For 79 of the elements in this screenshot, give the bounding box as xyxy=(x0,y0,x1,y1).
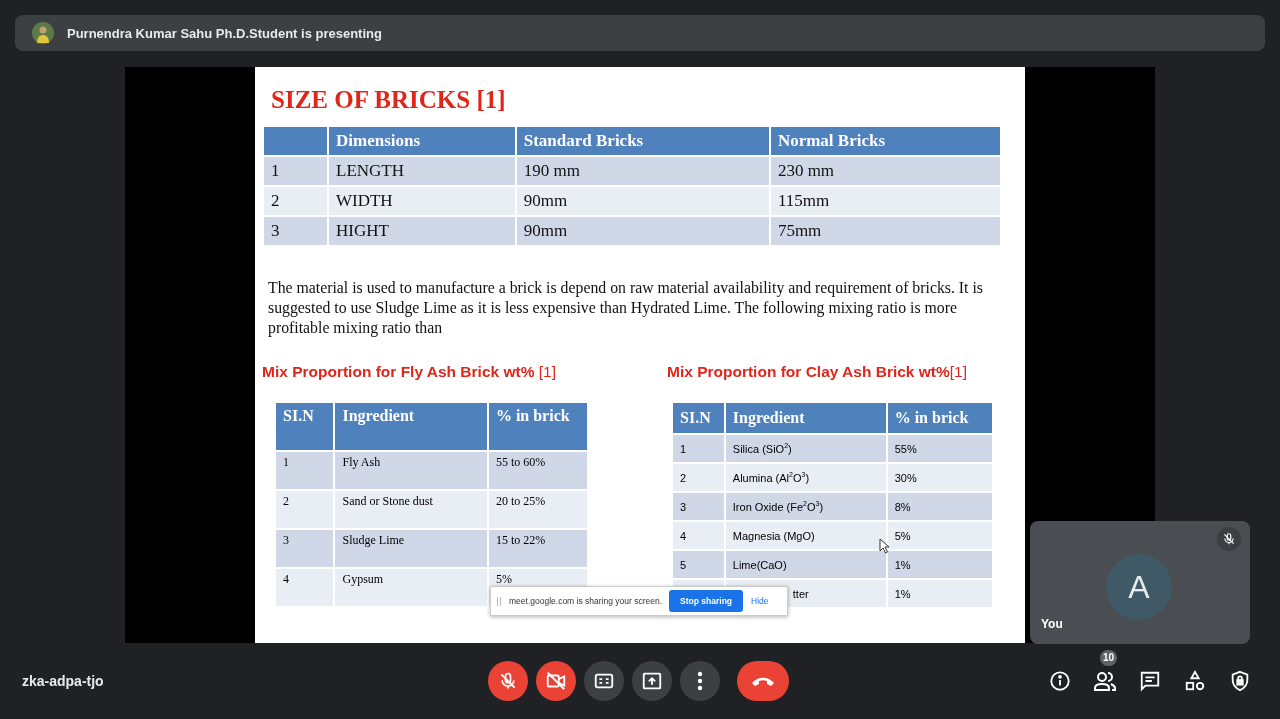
table-cell: 1 xyxy=(672,434,725,463)
table-cell: 90mm xyxy=(515,186,770,216)
table-cell: 3 xyxy=(275,529,335,568)
hang-up-icon xyxy=(751,675,775,687)
table-cell: 3 xyxy=(263,216,328,246)
muted-microphone-icon xyxy=(1222,532,1236,546)
column-header: % in brick xyxy=(487,402,588,451)
shield-lock-icon xyxy=(1229,670,1251,692)
table-cell: Magnesia (MgO) xyxy=(724,521,887,550)
table-cell: Sludge Lime xyxy=(334,529,488,568)
table-cell: 8% xyxy=(886,492,993,521)
table-cell: 4 xyxy=(275,568,335,607)
table-cell: 3 xyxy=(672,492,725,521)
table-cell: 230 mm xyxy=(769,156,1001,186)
table-cell: LENGTH xyxy=(328,156,516,186)
column-header: Dimensions xyxy=(328,126,516,156)
column-header: Ingredient xyxy=(334,402,488,451)
column-header: SI.N xyxy=(275,402,335,451)
avatar-letter: A xyxy=(1106,554,1172,620)
column-header: Ingredient xyxy=(724,402,887,434)
table-cell: 2 xyxy=(672,463,725,492)
people-icon xyxy=(1093,670,1117,692)
table-heading: Mix Proportion for Clay Ash Brick wt%[1] xyxy=(667,362,968,382)
present-button[interactable] xyxy=(632,661,672,701)
table-cell: 190 mm xyxy=(515,156,770,186)
table-cell: 115mm xyxy=(769,186,1001,216)
table-cell: 5% xyxy=(886,521,993,550)
table-cell: 90mm xyxy=(515,216,770,246)
table-cell: Gypsum xyxy=(334,568,488,607)
table-heading: Mix Proportion for Fly Ash Brick wt% [1] xyxy=(262,362,557,382)
table-cell: Alumina (Al$^{2}$O$^{3}$) xyxy=(724,463,887,492)
shapes-icon xyxy=(1184,670,1206,692)
camera-button[interactable] xyxy=(536,661,576,701)
leave-call-button[interactable] xyxy=(737,661,789,701)
table-cell: 2 xyxy=(275,490,335,529)
captions-button[interactable] xyxy=(584,661,624,701)
table-cell: WIDTH xyxy=(328,186,516,216)
present-screen-icon xyxy=(641,670,663,692)
more-icon xyxy=(697,671,703,691)
table-cell: 1% xyxy=(886,550,993,579)
stop-sharing-button[interactable]: Stop sharing xyxy=(669,590,744,612)
drag-handle-icon[interactable] xyxy=(497,596,501,606)
table-cell: HIGHT xyxy=(328,216,516,246)
camera-off-icon xyxy=(545,670,567,692)
more-options-button[interactable] xyxy=(680,661,720,701)
table-cell: Fly Ash xyxy=(334,451,488,490)
table-cell: 4 xyxy=(672,521,725,550)
info-icon xyxy=(1049,670,1071,692)
slide-paragraph: The material is used to manufacture a brick is depend on raw material availability and requirement of bricks. It is suggested to use Sludge Lime as it is less expensive than Hydrated Lime. The following mixing ratio is more profitable mixing ratio than xyxy=(268,278,984,338)
table-cell: 20 to 25% xyxy=(487,490,588,529)
table-cell: 55% xyxy=(886,434,993,463)
chat-icon xyxy=(1139,670,1161,692)
table-cell: 75mm xyxy=(769,216,1001,246)
table-cell: Sand or Stone dust xyxy=(334,490,488,529)
table-cell: 15 to 22% xyxy=(487,529,588,568)
table-cell: 55 to 60% xyxy=(487,451,588,490)
table-cell: 2 xyxy=(263,186,328,216)
table-cell: Lime(CaO) xyxy=(724,550,887,579)
meeting-code: zka-adpa-tjo xyxy=(22,673,104,689)
slide-title: SIZE OF BRICKS [1] xyxy=(271,85,507,115)
column-header: Standard Bricks xyxy=(515,126,770,156)
column-header: Normal Bricks xyxy=(769,126,1001,156)
table-cell: 1 xyxy=(275,451,335,490)
participant-name: You xyxy=(1041,617,1063,631)
table-cell: Silica (SiO$^{2}$) xyxy=(724,434,887,463)
muted-microphone-icon xyxy=(498,671,518,691)
presenter-status: Purnendra Kumar Sahu Ph.D.Student is presenting xyxy=(67,25,382,41)
participant-count-badge: 10 xyxy=(1100,650,1118,666)
mouse-pointer-icon xyxy=(879,538,890,554)
avatar-icon xyxy=(32,22,54,44)
table-cell: 30% xyxy=(886,463,993,492)
table-cell: Iron Oxide (Fe$^{2}$O$^{3}$) xyxy=(724,492,887,521)
table-cell: 1% xyxy=(886,579,993,608)
table-cell: 5 xyxy=(672,550,725,579)
table-cell: 1 xyxy=(263,156,328,186)
microphone-button[interactable] xyxy=(488,661,528,701)
hide-link[interactable]: Hide xyxy=(751,596,769,606)
column-header: SI.N xyxy=(672,402,725,434)
column-header: % in brick xyxy=(886,402,993,434)
